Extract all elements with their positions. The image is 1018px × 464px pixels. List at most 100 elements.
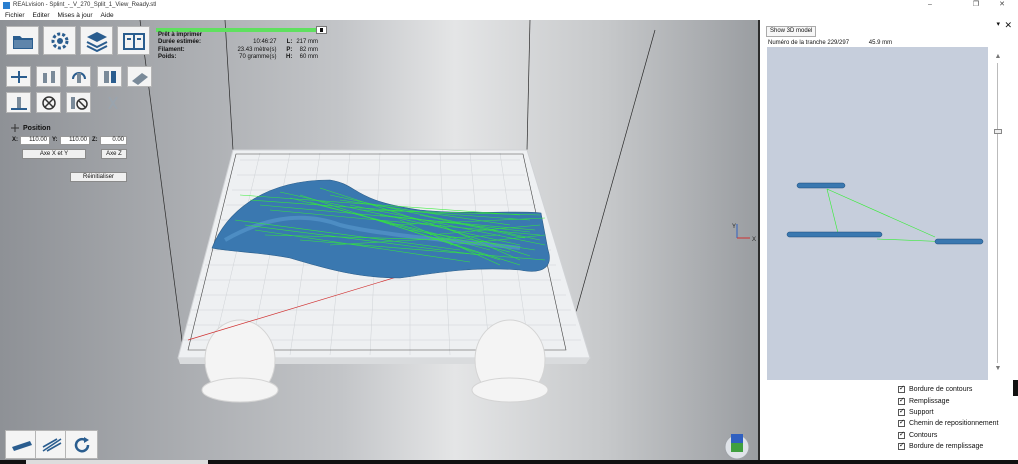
slice-preview-panel: ▾ ✕ Show 3D model Numéro de la tranche 2… <box>758 20 1018 464</box>
z-label: Z: <box>92 137 98 143</box>
info-value: 70 gramme(s) <box>239 53 277 60</box>
slice-icon <box>11 440 32 451</box>
checkbox-label: Support <box>909 408 934 416</box>
info-dimension: 60 mm <box>299 53 318 60</box>
refresh-button[interactable] <box>65 430 98 459</box>
checkbox-row[interactable]: Contours <box>898 430 999 441</box>
axis-xy-button[interactable]: Axe X et Y <box>22 149 86 159</box>
info-key: H: <box>285 53 293 60</box>
settings-button[interactable] <box>43 26 76 55</box>
show-3d-model-button[interactable]: Show 3D model <box>766 26 817 37</box>
scale-tool-button[interactable] <box>36 66 61 87</box>
checkbox[interactable] <box>898 418 905 428</box>
menu-help[interactable]: Aide <box>101 12 114 19</box>
checkbox-label: Chemin de repositionnement <box>909 420 999 428</box>
edge-marker <box>1013 380 1018 396</box>
menu-bar: Fichier Editer Mises à jour Aide <box>0 10 1018 20</box>
layers-button[interactable] <box>80 26 113 55</box>
maximize-button[interactable]: ❐ <box>964 0 988 10</box>
title-bar: REALvision - Splint_-_V_270_Split_1_View… <box>0 0 1018 10</box>
scroll-down-icon[interactable]: ▼ <box>993 365 1003 372</box>
axis-x-label: X <box>752 237 756 243</box>
menu-file[interactable]: Fichier <box>5 12 25 19</box>
axes-gizmo <box>736 224 750 239</box>
info-dimension: 82 mm <box>299 46 318 53</box>
display-options: Bordure de contours Remplissage Support … <box>898 384 999 452</box>
open-file-button[interactable] <box>6 26 39 55</box>
place-flat-icon <box>131 72 148 85</box>
checkbox[interactable] <box>898 407 905 416</box>
taskbar <box>0 460 1018 464</box>
app-logo-icon <box>3 1 10 9</box>
checkbox-label: Bordure de contours <box>909 386 973 394</box>
refresh-icon <box>74 436 89 452</box>
checkbox[interactable] <box>898 441 905 451</box>
move-icon <box>10 70 27 83</box>
y-label: Y: <box>52 137 58 143</box>
view-cube-icon <box>724 434 750 460</box>
position-section: Position <box>10 124 51 132</box>
preview-button[interactable] <box>35 430 68 459</box>
info-label: Filament: <box>158 46 185 53</box>
support-remove-all-icon <box>70 96 88 110</box>
panel-close-button[interactable]: ✕ <box>1004 20 1012 31</box>
layer-scrollbar[interactable]: ▲ ▼ <box>993 53 1003 378</box>
slice-drawing <box>786 182 984 245</box>
mirror-tool-button[interactable] <box>97 66 122 87</box>
remove-all-supports-button[interactable] <box>66 92 91 113</box>
info-value: 23.43 mètre(s) <box>237 46 277 53</box>
checkbox-label: Remplissage <box>909 397 950 405</box>
checkbox-row[interactable]: Bordure de contours <box>898 384 999 395</box>
window-title: REALvision - Splint_-_V_270_Split_1_View… <box>13 2 157 8</box>
info-key: L: <box>286 39 293 46</box>
folder-icon <box>12 35 33 49</box>
reset-button[interactable]: Réinitialiser <box>70 172 127 182</box>
checkbox[interactable] <box>898 384 905 394</box>
support-add-icon <box>10 96 27 110</box>
move-tool-button[interactable] <box>6 66 31 87</box>
3d-viewport[interactable]: X Y Prêt à imprimer Durée estimée: 10:46… <box>0 20 758 464</box>
checkbox-row[interactable]: Chemin de repositionnement <box>898 418 999 429</box>
info-row: Poids: 70 gramme(s) H: 60 mm <box>158 54 318 61</box>
add-support-button[interactable] <box>6 92 31 113</box>
checkbox-row[interactable]: Support <box>898 407 999 418</box>
menu-updates[interactable]: Mises à jour <box>58 12 93 19</box>
info-key: P: <box>286 46 293 53</box>
slice-height: 45.9 mm <box>868 40 893 46</box>
rotate-icon <box>71 71 86 83</box>
checkbox-row[interactable]: Remplissage <box>898 395 999 406</box>
checkbox-label: Bordure de remplissage <box>909 443 984 451</box>
info-dimension: 217 mm <box>296 39 318 46</box>
move-icon <box>11 124 19 132</box>
x-label: X: <box>12 137 18 143</box>
info-panel-button[interactable] <box>117 26 150 55</box>
axis-z-button[interactable]: Axe Z <box>101 149 127 159</box>
place-flat-button[interactable] <box>127 66 152 87</box>
layers-icon <box>86 31 107 52</box>
gear-icon <box>51 32 68 49</box>
support-remove-icon <box>41 95 56 110</box>
layer-scroll-thumb[interactable] <box>994 129 1002 134</box>
remove-support-button[interactable] <box>36 92 61 113</box>
x-input[interactable]: 110.00 <box>20 136 50 145</box>
menu-edit[interactable]: Editer <box>33 12 50 19</box>
slice-2d-view[interactable] <box>767 47 988 380</box>
info-row: Durée estimée: 10:46:27 L: 217 mm <box>158 39 318 46</box>
z-input[interactable]: 0.00 <box>100 136 127 145</box>
scale-icon <box>42 70 55 83</box>
cut-tool-button[interactable] <box>100 92 125 113</box>
print-status: Prêt à imprimer <box>158 32 203 38</box>
slice-button[interactable] <box>5 430 38 459</box>
checkbox-label: Contours <box>909 431 938 439</box>
checkbox[interactable] <box>898 396 905 405</box>
close-window-button[interactable]: ✕ <box>990 0 1014 10</box>
y-input[interactable]: 110.00 <box>60 136 90 145</box>
panel-pin-icon[interactable]: ▾ <box>996 20 1000 28</box>
rotate-tool-button[interactable] <box>66 66 91 87</box>
minimize-button[interactable]: – <box>918 0 942 10</box>
checkbox[interactable] <box>898 430 905 439</box>
scroll-up-icon[interactable]: ▲ <box>993 53 1003 60</box>
checkbox-row[interactable]: Bordure de remplissage <box>898 441 999 452</box>
info-label: Durée estimée: <box>158 39 202 46</box>
print-info-panel: Prêt à imprimer Durée estimée: 10:46:27 … <box>158 32 318 61</box>
